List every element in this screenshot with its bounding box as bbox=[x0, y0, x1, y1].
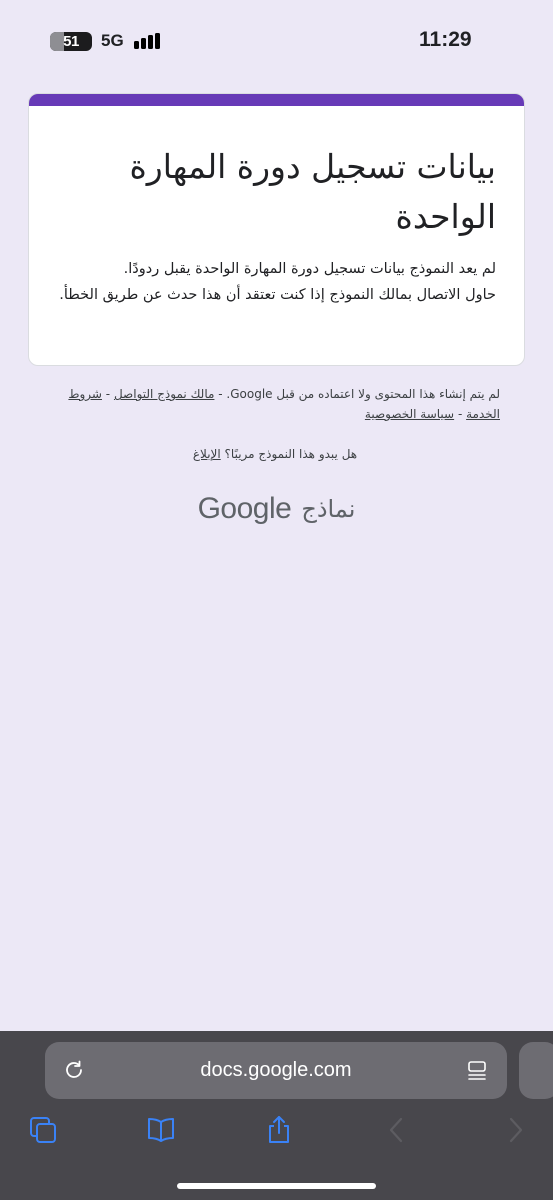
next-tab-preview[interactable] bbox=[519, 1042, 553, 1099]
form-closed-message: لم يعد النموذج بيانات تسجيل دورة المهارة… bbox=[29, 242, 524, 308]
bookmarks-icon[interactable] bbox=[146, 1115, 176, 1145]
signal-strength-icon bbox=[134, 33, 162, 49]
home-indicator[interactable] bbox=[177, 1183, 376, 1189]
contact-owner-link[interactable]: مالك نموذج التواصل bbox=[114, 387, 214, 401]
google-forms-logo[interactable]: Google نماذج bbox=[0, 489, 553, 529]
address-bar[interactable]: docs.google.com bbox=[45, 1042, 507, 1099]
form-closed-card: بيانات تسجيل دورة المهارة الواحدة لم يعد… bbox=[28, 93, 525, 366]
report-link[interactable]: الإبلاغ bbox=[193, 447, 221, 461]
privacy-policy-link[interactable]: سياسة الخصوصية bbox=[365, 407, 454, 421]
form-title: بيانات تسجيل دورة المهارة الواحدة bbox=[129, 147, 497, 236]
footer-notice: لم يتم إنشاء هذا المحتوى ولا اعتماده من … bbox=[68, 387, 500, 421]
report-question: هل يبدو هذا النموذج مريبًا؟ bbox=[224, 447, 358, 461]
report-row: هل يبدو هذا النموذج مريبًا؟ الإبلاغ bbox=[50, 444, 500, 464]
network-type: 5G bbox=[101, 31, 124, 50]
message-line-2: حاول الاتصال بمالك النموذج إذا كنت تعتقد… bbox=[59, 287, 496, 303]
forward-icon[interactable] bbox=[500, 1115, 530, 1145]
back-icon[interactable] bbox=[382, 1115, 412, 1145]
google-wordmark: Google bbox=[197, 492, 292, 525]
card-accent-bar bbox=[29, 94, 524, 106]
browser-toolbar: docs.google.com bbox=[0, 1031, 553, 1200]
reader-mode-icon[interactable] bbox=[465, 1059, 489, 1083]
status-time: 11:29 bbox=[419, 28, 472, 51]
battery-indicator: 51 bbox=[50, 32, 92, 51]
tabs-icon[interactable] bbox=[28, 1115, 58, 1145]
url-text: docs.google.com bbox=[200, 1059, 352, 1081]
battery-level: 51 bbox=[63, 33, 79, 50]
forms-wordmark: نماذج bbox=[301, 495, 356, 523]
disclaimer-text: لم يتم إنشاء هذا المحتوى ولا اعتماده من … bbox=[218, 387, 500, 401]
message-line-1: لم يعد النموذج بيانات تسجيل دورة المهارة… bbox=[123, 261, 496, 277]
status-bar: 51 5G 11:29 bbox=[0, 0, 553, 84]
share-icon[interactable] bbox=[264, 1115, 294, 1145]
